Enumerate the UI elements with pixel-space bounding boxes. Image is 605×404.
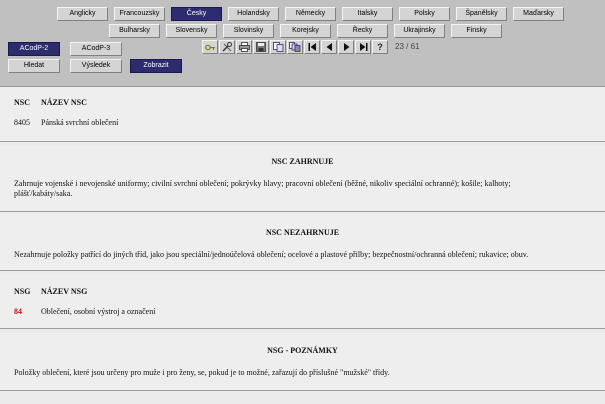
nsc-name-value: Pánská svrchní oblečení: [41, 118, 119, 127]
lang-button-finsky[interactable]: Finsky: [451, 24, 502, 38]
lang-button-italsky[interactable]: Italsky: [342, 7, 393, 21]
zahrnuje-title: NSC ZAHRNUJE: [271, 157, 334, 166]
lang-button-holandsky[interactable]: Holandsky: [228, 7, 279, 21]
language-row-1: Anglicky Francouzsky Česky Holandsky Něm…: [57, 7, 564, 21]
nezahrnuje-section: NSC NEZAHRNUJE Nezahrnuje položky patříc…: [0, 215, 605, 271]
nsc-code-header: NSC: [14, 98, 31, 107]
key-icon[interactable]: [202, 40, 218, 54]
lang-button-francouzsky[interactable]: Francouzsky: [114, 7, 165, 21]
page-counter: 23 / 61: [395, 42, 420, 51]
nsg-code-value: 84: [14, 307, 22, 316]
hledat-button[interactable]: Hledat: [8, 59, 60, 73]
nsc-section: NSC NÁZEV NSC 8405 Pánská svrchní obleče…: [0, 87, 605, 142]
nsc-name-header: NÁZEV NSC: [41, 98, 87, 107]
nsg-name-value: Oblečení, osobní výstroj a označení: [41, 307, 156, 316]
nsc-code-value: 8405: [14, 118, 30, 127]
poznamky-title: NSG - POZNÁMKY: [267, 346, 338, 355]
vysledek-button[interactable]: Výsledek: [70, 59, 122, 73]
lang-button-cesky[interactable]: Česky: [171, 7, 222, 21]
lang-button-polsky[interactable]: Polsky: [399, 7, 450, 21]
copy-icon[interactable]: [270, 40, 286, 54]
zobrazit-button[interactable]: Zobrazit: [130, 59, 182, 73]
nsg-code-header: NSG: [14, 287, 31, 296]
lang-button-recky[interactable]: Řecky: [337, 24, 388, 38]
detail-panel: NSC NÁZEV NSC 8405 Pánská svrchní obleče…: [0, 86, 605, 404]
print-icon[interactable]: [236, 40, 252, 54]
nezahrnuje-text: Nezahrnuje položky patřící do jiných tří…: [14, 250, 529, 259]
acodp-3-button[interactable]: ACodP-3: [70, 42, 122, 56]
poznamky-text: Položky oblečení, které jsou určeny pro …: [14, 368, 390, 377]
lang-button-korejsky[interactable]: Korejsky: [280, 24, 331, 38]
save-icon[interactable]: [253, 40, 269, 54]
help-icon[interactable]: ?: [372, 40, 388, 54]
tools-icon[interactable]: [219, 40, 235, 54]
lang-button-spanelsky[interactable]: Španělsky: [456, 7, 507, 21]
first-page-icon[interactable]: [304, 40, 320, 54]
lang-button-nemecky[interactable]: Německy: [285, 7, 336, 21]
nsg-name-header: NÁZEV NSG: [41, 287, 88, 296]
lang-button-slovensky[interactable]: Slovensky: [166, 24, 217, 38]
acodp-2-button[interactable]: ACodP-2: [8, 42, 60, 56]
nezahrnuje-title: NSC NEZAHRNUJE: [265, 228, 340, 237]
lang-button-slovinsky[interactable]: Slovinsky: [223, 24, 274, 38]
nsg-section: NSG NÁZEV NSG 84 Oblečení, osobní výstro…: [0, 274, 605, 329]
toolbar: ? 23 / 61: [202, 40, 419, 54]
language-row-2: Bulharsky Slovensky Slovinsky Korejsky Ř…: [109, 24, 502, 38]
zahrnuje-text: Zahrnuje vojenské i nevojenské uniformy;…: [14, 179, 511, 198]
lang-button-bulharsky[interactable]: Bulharsky: [109, 24, 160, 38]
prev-page-icon[interactable]: [321, 40, 337, 54]
next-page-icon[interactable]: [338, 40, 354, 54]
lang-button-anglicky[interactable]: Anglicky: [57, 7, 108, 21]
multi-copy-icon[interactable]: [287, 40, 303, 54]
zahrnuje-section: NSC ZAHRNUJE Zahrnuje vojenské i nevojen…: [0, 145, 605, 212]
top-panel: Anglicky Francouzsky Česky Holandsky Něm…: [0, 0, 605, 86]
last-page-icon[interactable]: [355, 40, 371, 54]
lang-button-ukrajinsky[interactable]: Ukrajinsky: [394, 24, 445, 38]
poznamky-section: NSG - POZNÁMKY Položky oblečení, které j…: [0, 333, 605, 391]
lang-button-madarsky[interactable]: Maďarsky: [513, 7, 564, 21]
